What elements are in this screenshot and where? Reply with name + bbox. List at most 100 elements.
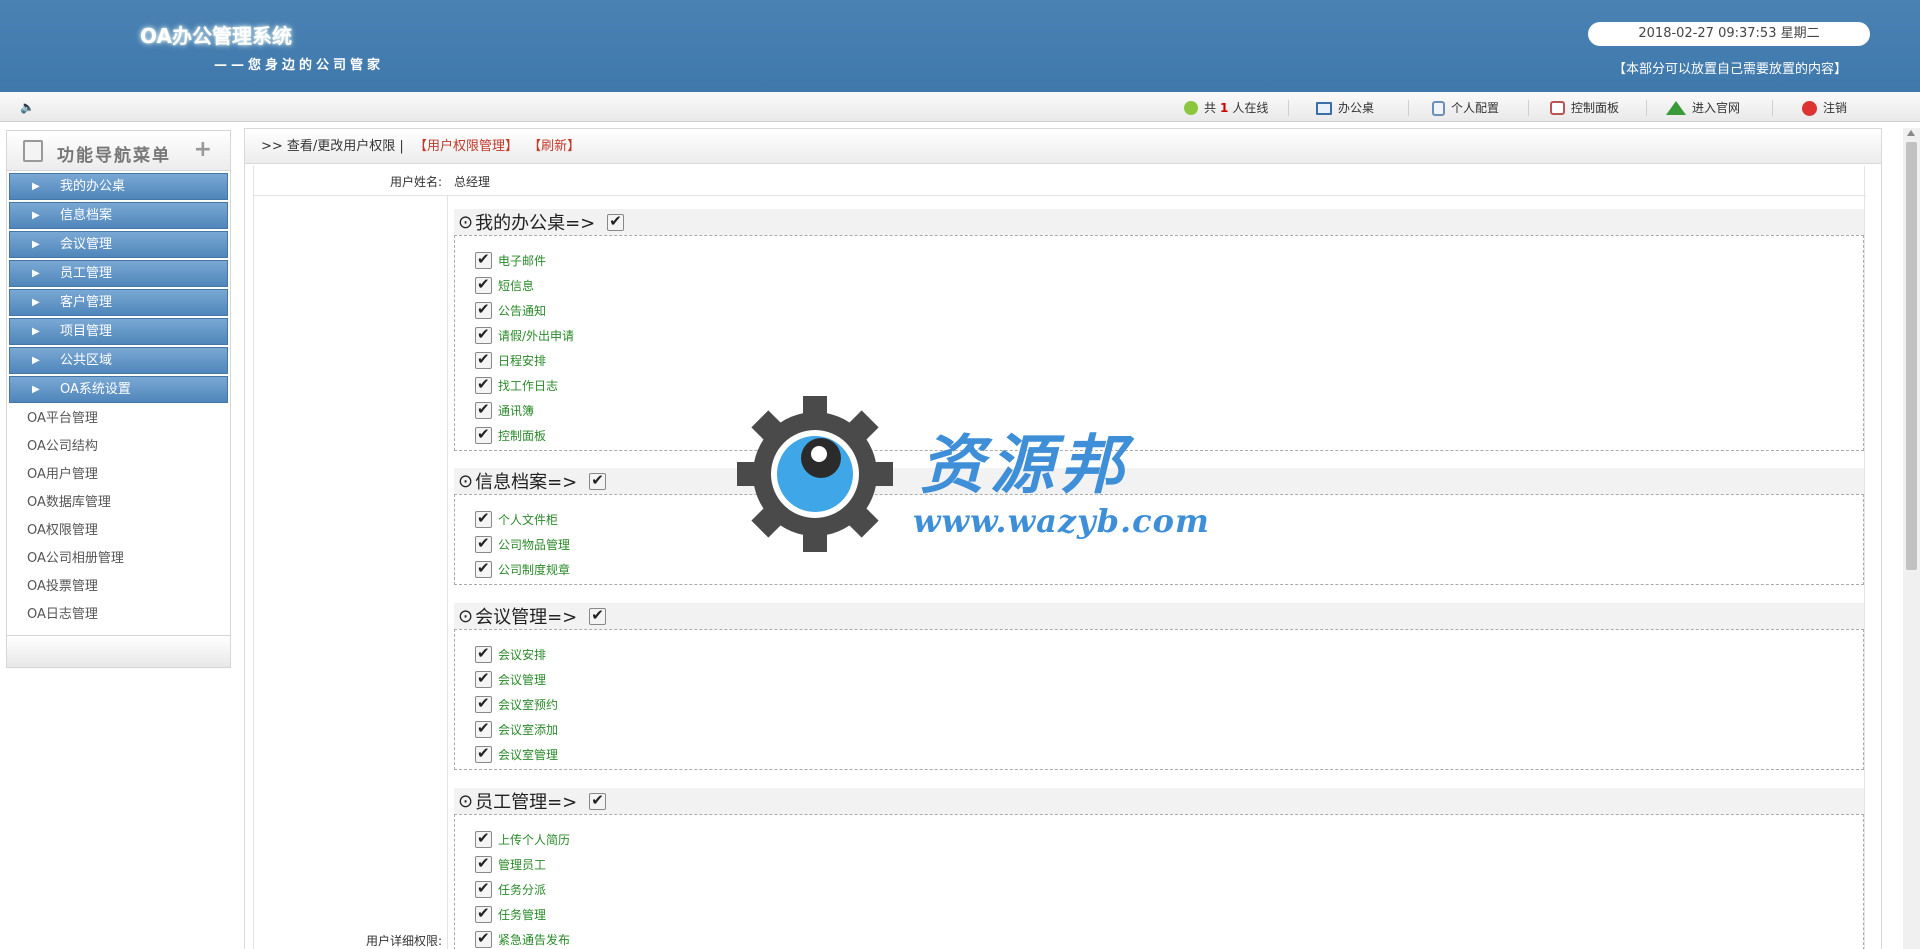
checkbox[interactable] (475, 854, 492, 873)
permission-checkbox[interactable]: 会议室预约 (475, 692, 1863, 717)
checkbox[interactable] (475, 325, 492, 344)
permission-checkbox[interactable]: 紧急通告发布 (475, 927, 1863, 949)
checkbox[interactable] (475, 879, 492, 898)
sidebar-group-oa-settings[interactable]: ▶ OA系统设置 (9, 376, 228, 403)
sidebar-item-oa-structure[interactable]: OA公司结构 (7, 433, 230, 461)
checkbox[interactable] (475, 300, 492, 319)
scroll-thumb[interactable] (1906, 142, 1917, 570)
sidebar-item-oa-users[interactable]: OA用户管理 (7, 461, 230, 489)
checkbox[interactable] (475, 929, 492, 948)
sidebar-group-label: 我的办公桌 (60, 179, 126, 194)
section-title: 员工管理=> (475, 792, 578, 813)
section-select-all-checkbox[interactable] (589, 471, 607, 490)
permission-section-staff: ⊙ 员工管理=> 上传个人简历 管理员工 任务分派 任务管理 紧急通告发布 (454, 788, 1864, 949)
section-select-all-checkbox[interactable] (607, 212, 625, 231)
checkbox[interactable] (475, 644, 492, 663)
expand-plus-icon[interactable]: + (194, 137, 212, 162)
checkbox[interactable] (475, 829, 492, 848)
section-select-all-checkbox[interactable] (589, 791, 607, 810)
permission-checkbox[interactable]: 上传个人简历 (475, 827, 1863, 852)
sidebar-group-info-archive[interactable]: ▶ 信息档案 (9, 202, 228, 229)
toolbar-separator (1408, 100, 1409, 116)
permission-checkbox[interactable]: 公告通知 (475, 298, 1863, 323)
control-panel-link[interactable]: 控制面板 (1550, 98, 1619, 118)
permission-label: 会议室添加 (498, 723, 559, 737)
permission-label: 控制面板 (498, 429, 547, 443)
permission-label: 任务管理 (498, 908, 547, 922)
online-users-indicator: 共 1 人在线 (1184, 98, 1268, 118)
calendar-icon (1550, 101, 1565, 115)
permission-form: 用户姓名: 总经理 ⊙ 我的办公桌=> 电子邮件 短信息 公告通知 请假/外出申… (253, 166, 1866, 949)
checkbox[interactable] (475, 669, 492, 688)
website-link[interactable]: 进入官网 (1666, 98, 1740, 118)
checkbox[interactable] (475, 400, 492, 419)
permission-checkbox[interactable]: 会议安排 (475, 642, 1863, 667)
permission-checkbox[interactable]: 会议室管理 (475, 742, 1863, 767)
permission-label: 短信息 (498, 279, 535, 293)
sidebar-group-my-desk[interactable]: ▶ 我的办公桌 (9, 173, 228, 200)
control-panel-label: 控制面板 (1571, 101, 1620, 115)
checkbox[interactable] (475, 904, 492, 923)
section-select-all-checkbox[interactable] (589, 606, 607, 625)
permission-checkbox[interactable]: 找工作日志 (475, 373, 1863, 398)
desk-icon (1316, 101, 1332, 115)
vertical-scrollbar[interactable] (1903, 128, 1920, 949)
sidebar-item-oa-permissions[interactable]: OA权限管理 (7, 517, 230, 545)
permission-checkbox[interactable]: 会议室添加 (475, 717, 1863, 742)
checkbox[interactable] (475, 509, 492, 528)
permission-checkbox[interactable]: 公司物品管理 (475, 532, 1863, 557)
logout-link[interactable]: 注销 (1802, 98, 1847, 118)
sidebar-item-oa-platform[interactable]: OA平台管理 (7, 405, 230, 433)
refresh-link[interactable]: 【刷新】 (528, 139, 580, 154)
section-header: ⊙ 信息档案=> (454, 468, 1864, 494)
permission-checkbox[interactable]: 通讯簿 (475, 398, 1863, 423)
scroll-up-arrow-icon[interactable] (1907, 130, 1915, 136)
permission-checkbox[interactable]: 个人文件柜 (475, 507, 1863, 532)
desk-link[interactable]: 办公桌 (1316, 98, 1374, 118)
sidebar-group-project[interactable]: ▶ 项目管理 (9, 318, 228, 345)
profile-icon (1432, 100, 1445, 116)
permission-checkbox[interactable]: 短信息 (475, 273, 1863, 298)
sidebar-group-meeting[interactable]: ▶ 会议管理 (9, 231, 228, 258)
permission-checkbox[interactable]: 任务管理 (475, 902, 1863, 927)
checkbox[interactable] (475, 534, 492, 553)
checkbox[interactable] (475, 425, 492, 444)
permission-checkbox[interactable]: 会议管理 (475, 667, 1863, 692)
sidebar-group-public[interactable]: ▶ 公共区域 (9, 347, 228, 374)
sidebar-group-customer[interactable]: ▶ 客户管理 (9, 289, 228, 316)
checkbox[interactable] (475, 559, 492, 578)
checkbox[interactable] (475, 744, 492, 763)
section-header: ⊙ 员工管理=> (454, 788, 1864, 814)
permission-label: 通讯簿 (498, 404, 535, 418)
username-row: 用户姓名: 总经理 (254, 166, 1866, 196)
permission-label: 上传个人简历 (498, 833, 571, 847)
checkbox[interactable] (475, 719, 492, 738)
checkbox[interactable] (475, 375, 492, 394)
permission-checkbox[interactable]: 控制面板 (475, 423, 1863, 448)
user-permission-link[interactable]: 【用户权限管理】 (414, 139, 518, 154)
profile-link[interactable]: 个人配置 (1432, 98, 1499, 118)
permission-label: 公司物品管理 (498, 538, 571, 552)
checkbox[interactable] (475, 250, 492, 269)
section-title: 信息档案=> (475, 472, 578, 493)
sidebar-item-oa-database[interactable]: OA数据库管理 (7, 489, 230, 517)
permission-checkbox[interactable]: 电子邮件 (475, 248, 1863, 273)
website-label: 进入官网 (1692, 101, 1741, 115)
permission-checkbox[interactable]: 日程安排 (475, 348, 1863, 373)
sidebar-item-oa-log[interactable]: OA日志管理 (7, 601, 230, 629)
sidebar-group-label: OA系统设置 (60, 382, 131, 397)
speaker-icon[interactable]: 🔈 (20, 100, 35, 114)
permission-checkbox[interactable]: 任务分派 (475, 877, 1863, 902)
sidebar-item-oa-vote[interactable]: OA投票管理 (7, 573, 230, 601)
permission-checkbox[interactable]: 公司制度规章 (475, 557, 1863, 582)
checkbox[interactable] (475, 275, 492, 294)
detail-permission-label: 用户详细权限: (365, 934, 442, 948)
permission-checkbox[interactable]: 管理员工 (475, 852, 1863, 877)
sidebar-group-staff[interactable]: ▶ 员工管理 (9, 260, 228, 287)
checkbox[interactable] (475, 694, 492, 713)
checkbox[interactable] (475, 350, 492, 369)
permission-checkbox[interactable]: 请假/外出申请 (475, 323, 1863, 348)
permission-label: 会议安排 (498, 648, 547, 662)
sidebar-item-oa-album[interactable]: OA公司相册管理 (7, 545, 230, 573)
username-value: 总经理 (454, 175, 491, 189)
